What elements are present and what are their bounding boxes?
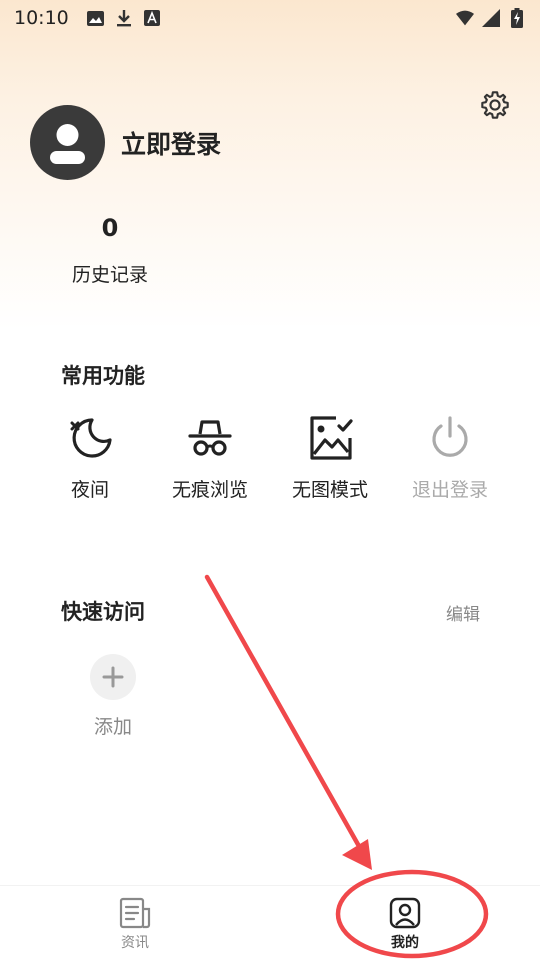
tab-news[interactable]: 资讯: [0, 886, 270, 960]
settings-button[interactable]: [478, 88, 512, 122]
user-avatar-icon[interactable]: [30, 105, 105, 180]
moon-icon: [65, 413, 115, 463]
font-icon: [143, 9, 161, 27]
power-icon: [425, 413, 475, 463]
image-icon: [87, 9, 105, 27]
logout-label: 退出登录: [411, 479, 488, 501]
incognito-button[interactable]: 无痕浏览: [150, 413, 270, 502]
news-icon: [119, 897, 151, 929]
logout-button[interactable]: 退出登录: [390, 413, 510, 502]
profile-section[interactable]: 立即登录: [30, 105, 221, 180]
no-image-mode-button[interactable]: 无图模式: [270, 413, 390, 502]
incognito-icon: [185, 413, 235, 463]
quick-access-card: 快速访问 编辑 添加: [30, 562, 510, 752]
gear-icon: [481, 91, 509, 119]
signal-icon: [482, 9, 500, 27]
tab-profile[interactable]: 我的: [270, 886, 540, 960]
download-icon: [115, 9, 133, 27]
battery-charging-icon: [508, 8, 526, 28]
profile-icon: [389, 897, 421, 929]
tab-news-label: 资讯: [121, 935, 149, 951]
common-functions-card: 常用功能 夜间 无痕浏览 无图模式 退出登录: [30, 325, 510, 530]
night-mode-button[interactable]: 夜间: [30, 413, 150, 502]
no-image-mode-label: 无图模式: [291, 479, 368, 501]
no-image-icon: [305, 413, 355, 463]
incognito-label: 无痕浏览: [171, 479, 248, 501]
tab-profile-label: 我的: [391, 935, 419, 951]
status-bar: 10:10: [0, 0, 540, 36]
annotation-arrowhead: [342, 839, 372, 870]
night-mode-label: 夜间: [70, 479, 109, 501]
quick-access-title: 快速访问: [61, 600, 145, 624]
history-count: 0: [101, 214, 119, 242]
edit-button[interactable]: 编辑: [446, 600, 480, 625]
plus-icon: [90, 654, 136, 700]
history-stat[interactable]: 0 历史记录: [50, 214, 170, 287]
history-label: 历史记录: [71, 264, 148, 286]
common-functions-title: 常用功能: [61, 364, 145, 388]
login-button[interactable]: 立即登录: [121, 125, 221, 161]
add-label: 添加: [93, 716, 132, 738]
add-quick-access-button[interactable]: 添加: [90, 654, 136, 739]
bottom-tab-bar: 资讯 我的: [0, 885, 540, 960]
wifi-icon: [456, 9, 474, 27]
status-time: 10:10: [14, 7, 69, 29]
